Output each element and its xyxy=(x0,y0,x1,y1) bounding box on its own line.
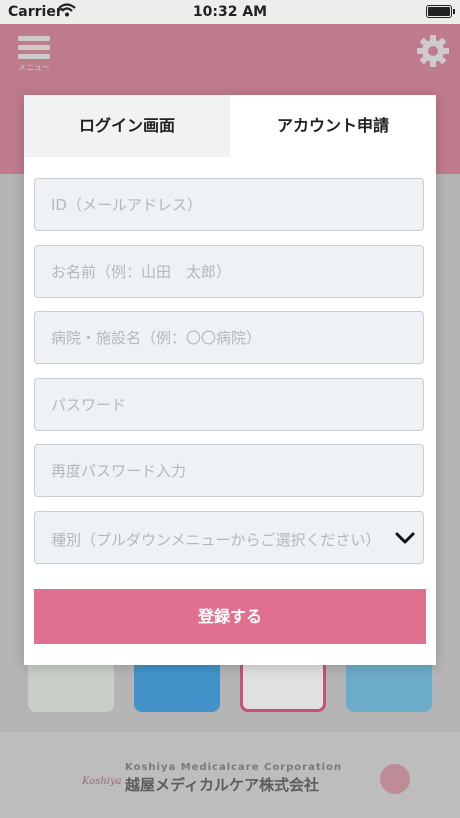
modal-tabs: ログイン画面 アカウント申請 xyxy=(24,95,436,157)
category-placeholder: 種別（プルダウンメニューからご選択ください） xyxy=(51,531,381,549)
chevron-down-icon xyxy=(395,530,415,549)
status-time: 10:32 AM xyxy=(192,4,268,20)
facility-input[interactable] xyxy=(34,311,424,364)
email-input[interactable] xyxy=(34,178,424,231)
name-input[interactable] xyxy=(34,245,424,298)
tab-account-application[interactable]: アカウント申請 xyxy=(230,95,436,157)
tab-login[interactable]: ログイン画面 xyxy=(24,95,230,157)
account-application-modal: ログイン画面 アカウント申請 種別（プルダウンメニューからご選択ください） 登録… xyxy=(24,95,436,665)
status-bar: Carrier 10:32 AM xyxy=(0,0,460,24)
battery-icon xyxy=(426,5,455,18)
category-select[interactable]: 種別（プルダウンメニューからご選択ください） xyxy=(34,511,424,564)
register-button[interactable]: 登録する xyxy=(34,589,426,644)
password-input[interactable] xyxy=(34,378,424,431)
password-confirm-input[interactable] xyxy=(34,444,424,497)
